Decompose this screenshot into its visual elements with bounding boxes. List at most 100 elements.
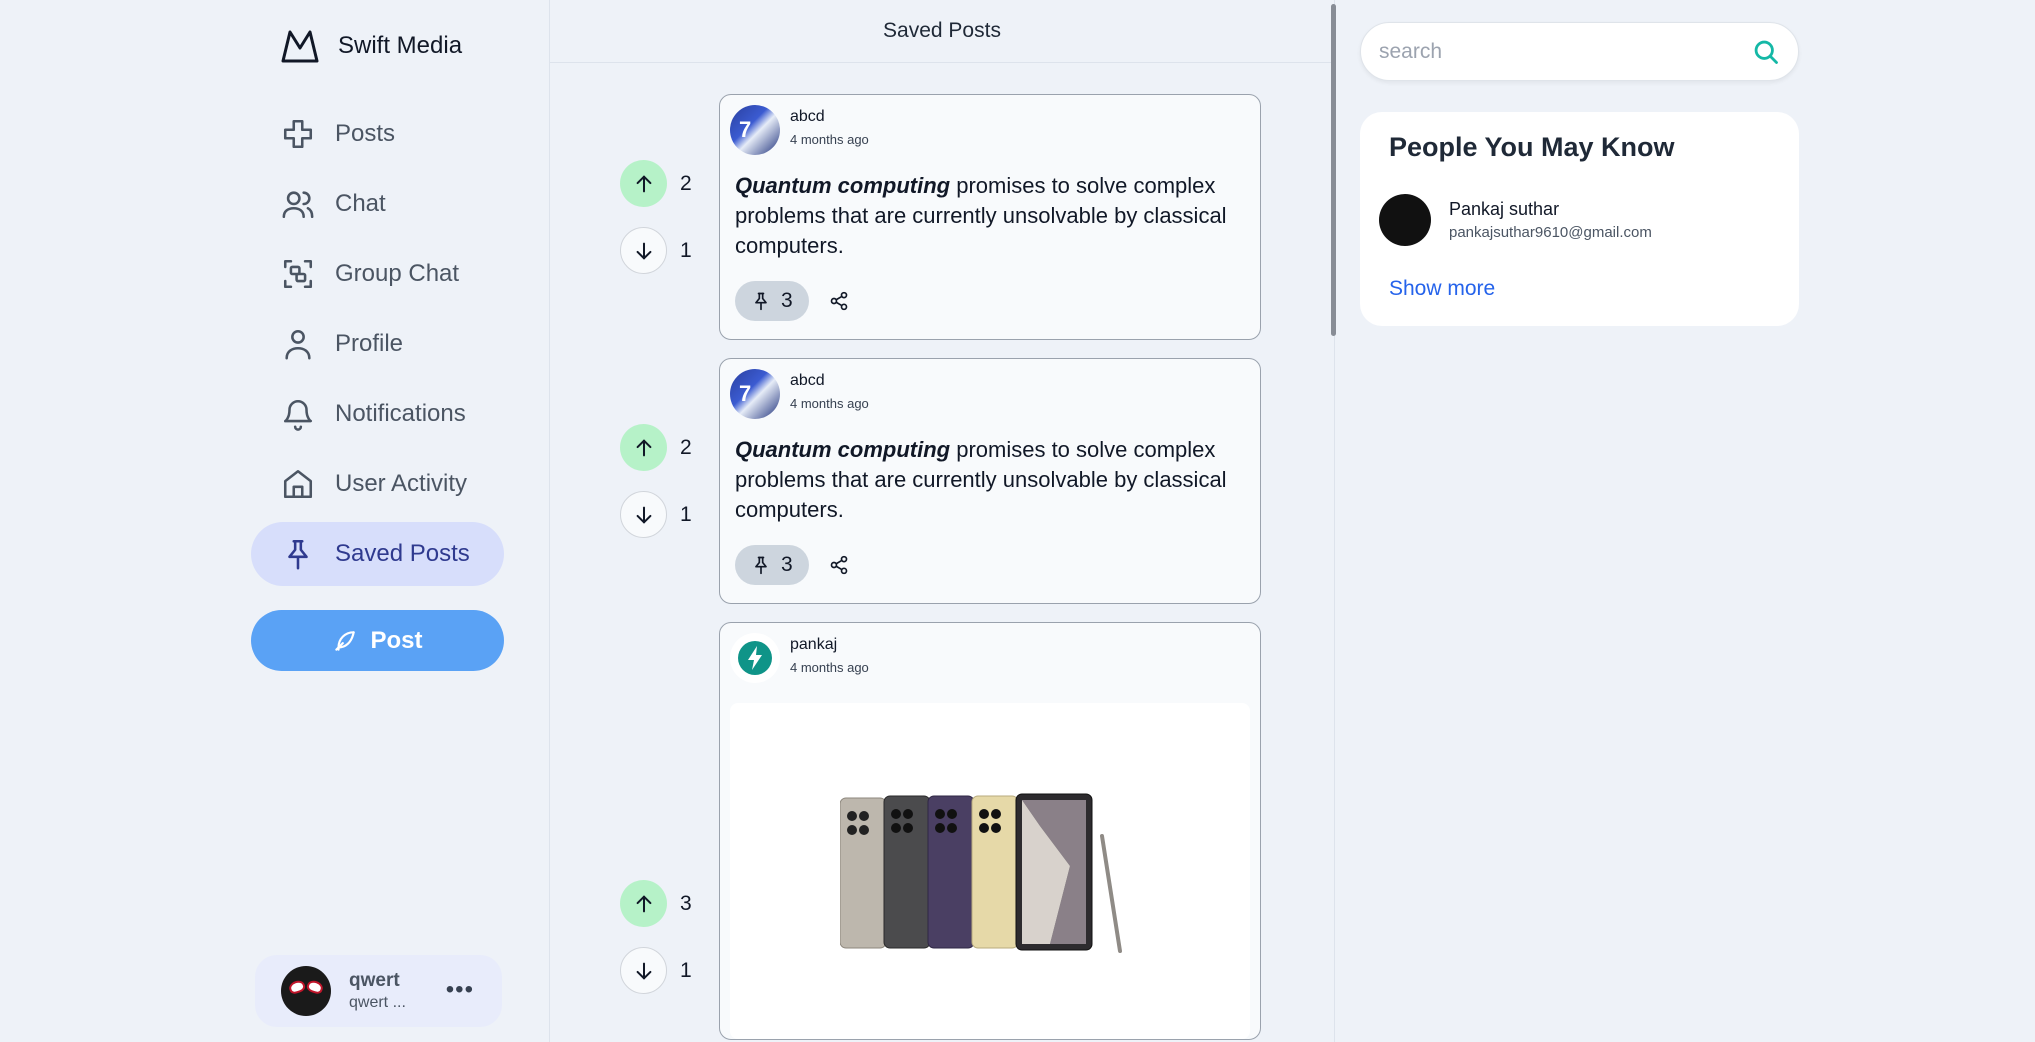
- avatar: [281, 966, 331, 1016]
- feed-scrollbar[interactable]: [1331, 4, 1336, 336]
- page-title: Saved Posts: [550, 0, 1334, 63]
- post-time: 4 months ago: [790, 396, 869, 411]
- nav-item-saved-posts[interactable]: Saved Posts: [251, 522, 504, 586]
- post-card[interactable]: pankaj 4 months ago: [719, 622, 1261, 1040]
- post-text: Quantum computing promises to solve comp…: [735, 437, 1227, 522]
- nav-item-profile[interactable]: Profile: [251, 312, 504, 376]
- share-icon: [830, 291, 848, 311]
- users-icon: [282, 191, 314, 219]
- brand[interactable]: Swift Media: [280, 28, 462, 64]
- phones-image: [840, 793, 1122, 953]
- share-icon: [830, 555, 848, 575]
- post-button[interactable]: Post: [251, 610, 504, 671]
- upvote-count: 3: [680, 891, 692, 915]
- feather-icon: [335, 630, 356, 651]
- downvote-count: 1: [680, 238, 692, 262]
- main-nav: Posts Chat Group Chat Profile Notificati…: [251, 102, 504, 592]
- scan-icon: [283, 259, 313, 289]
- bolt-icon: [738, 641, 772, 675]
- nav-item-group-chat[interactable]: Group Chat: [251, 242, 504, 306]
- upvote-button[interactable]: [620, 424, 667, 471]
- downvote-group: 1: [620, 227, 692, 274]
- nav-item-label: Group Chat: [335, 260, 460, 287]
- search-icon[interactable]: [1752, 38, 1780, 66]
- user-icon: [285, 329, 311, 360]
- plus-icon: [283, 119, 313, 149]
- more-icon[interactable]: •••: [446, 978, 474, 1002]
- post-text: Quantum computing promises to solve comp…: [735, 173, 1227, 258]
- bell-icon: [283, 400, 313, 431]
- arrow-down-icon: [636, 962, 651, 979]
- post-time: 4 months ago: [790, 660, 869, 675]
- home-icon: [283, 469, 313, 499]
- post-avatar[interactable]: [730, 633, 780, 683]
- avatar: [1379, 194, 1431, 246]
- current-user-card[interactable]: qwert qwert ... •••: [255, 955, 502, 1027]
- person-item[interactable]: Pankaj suthar pankajsuthar9610@gmail.com: [1379, 194, 1652, 246]
- nav-item-label: Profile: [335, 330, 404, 357]
- logo-icon: [281, 30, 319, 63]
- nav-item-label: User Activity: [335, 470, 468, 497]
- post-avatar[interactable]: 7: [730, 105, 780, 155]
- nav-item-label: Saved Posts: [335, 540, 470, 567]
- upvote-button[interactable]: [620, 160, 667, 207]
- upvote-group: 2: [620, 160, 692, 207]
- upvote-group: 2: [620, 424, 692, 471]
- search-bar: [1360, 22, 1799, 81]
- user-name: qwert: [349, 970, 400, 991]
- post-author[interactable]: pankaj: [790, 636, 869, 654]
- vote-column: 2 1: [620, 94, 719, 340]
- post-time: 4 months ago: [790, 132, 869, 147]
- downvote-button[interactable]: [620, 227, 667, 274]
- post-card[interactable]: 7 abcd 4 months ago Quantum computing pr…: [719, 358, 1261, 604]
- left-sidebar: Swift Media Posts Chat Group Chat Profil…: [0, 0, 550, 1042]
- share-button[interactable]: [829, 555, 849, 575]
- arrow-down-icon: [636, 506, 651, 523]
- arrow-up-icon: [636, 439, 651, 456]
- nav-item-posts[interactable]: Posts: [251, 102, 504, 166]
- nav-item-notifications[interactable]: Notifications: [251, 382, 504, 446]
- show-more-link[interactable]: Show more: [1389, 277, 1495, 301]
- post-button-label: Post: [370, 626, 423, 654]
- vote-column: 3 1: [620, 622, 719, 1040]
- search-input[interactable]: [1379, 39, 1752, 64]
- vote-column: 2 1: [620, 358, 719, 604]
- downvote-count: 1: [680, 502, 692, 526]
- nav-item-chat[interactable]: Chat: [251, 172, 504, 236]
- post-author[interactable]: abcd: [790, 108, 869, 126]
- pin-icon: [288, 539, 308, 570]
- nav-item-user-activity[interactable]: User Activity: [251, 452, 504, 516]
- post-avatar[interactable]: 7: [730, 369, 780, 419]
- share-button[interactable]: [829, 291, 849, 311]
- downvote-button[interactable]: [620, 947, 667, 994]
- downvote-group: 1: [620, 947, 692, 994]
- post-image[interactable]: [730, 703, 1250, 1039]
- pin-button[interactable]: 3: [735, 281, 809, 321]
- post-author[interactable]: abcd: [790, 372, 869, 390]
- upvote-count: 2: [680, 435, 692, 459]
- downvote-button[interactable]: [620, 491, 667, 538]
- feed: Saved Posts 2 1 7 abcd 4 months ago Quan…: [549, 0, 1335, 1042]
- arrow-up-icon: [636, 175, 651, 192]
- upvote-count: 2: [680, 171, 692, 195]
- post-row: 2 1 7 abcd 4 months ago Quantum computin…: [620, 94, 1261, 340]
- downvote-group: 1: [620, 491, 692, 538]
- pymk-title: People You May Know: [1389, 132, 1675, 162]
- people-you-may-know: People You May Know Pankaj suthar pankaj…: [1360, 112, 1799, 326]
- post-card[interactable]: 7 abcd 4 months ago Quantum computing pr…: [719, 94, 1261, 340]
- user-handle: qwert ...: [349, 994, 406, 1011]
- pin-icon: [755, 556, 767, 575]
- nav-item-label: Chat: [335, 190, 386, 217]
- app-title: Swift Media: [338, 32, 463, 59]
- arrow-up-icon: [636, 895, 651, 912]
- nav-item-label: Posts: [335, 120, 396, 147]
- nav-item-label: Notifications: [335, 400, 466, 427]
- upvote-button[interactable]: [620, 880, 667, 927]
- pin-count: 3: [781, 553, 793, 576]
- downvote-count: 1: [680, 958, 692, 982]
- pin-icon: [755, 292, 767, 311]
- person-email: pankajsuthar9610@gmail.com: [1449, 224, 1652, 241]
- post-row: 3 1 pankaj 4 months ago: [620, 622, 1261, 1040]
- pin-button[interactable]: 3: [735, 545, 809, 585]
- person-name: Pankaj suthar: [1449, 199, 1560, 219]
